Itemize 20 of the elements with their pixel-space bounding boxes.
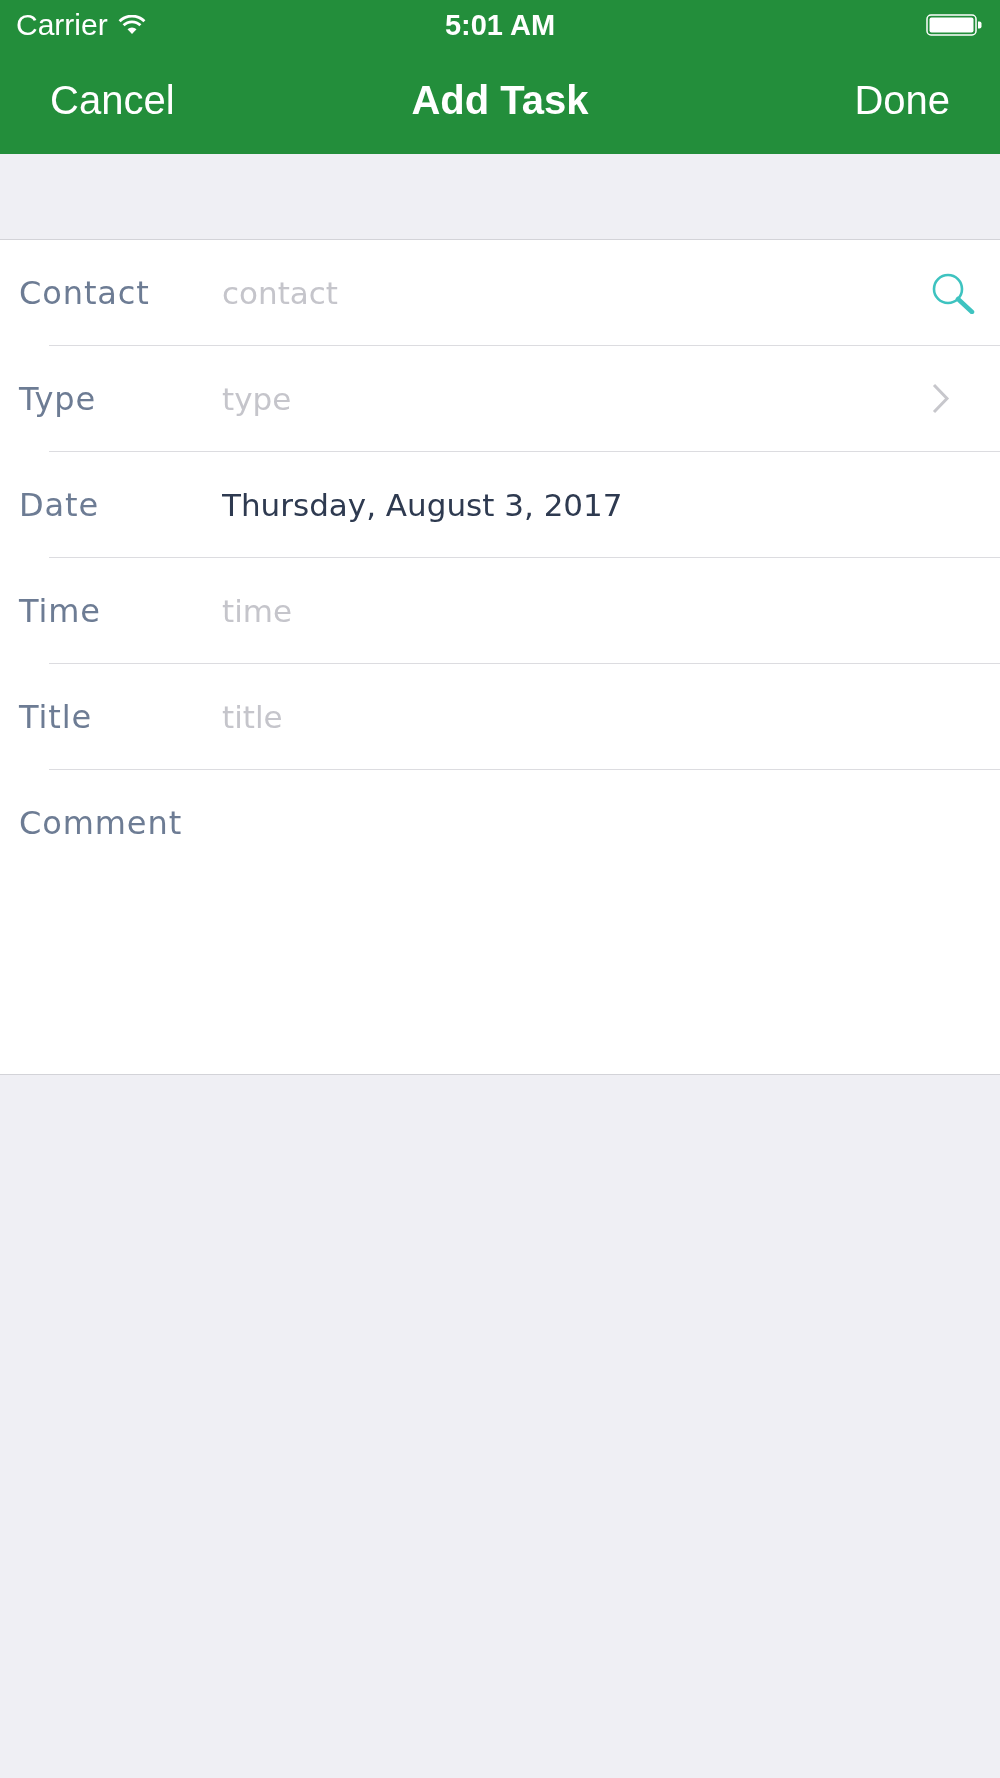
chevron-icon (932, 383, 950, 414)
field-label: Date (19, 485, 101, 524)
field-label: Contact (19, 273, 151, 312)
field-label: Type (19, 379, 98, 418)
screen-title: Add Task (411, 77, 589, 124)
status-time: 5:01 AM (444, 8, 556, 42)
done-button[interactable]: Done (854, 76, 950, 124)
field-label: Comment (19, 804, 184, 842)
text-field[interactable]: type (222, 378, 932, 419)
text-field[interactable]: time (222, 590, 975, 631)
carrier-name: Carrier (16, 8, 108, 42)
battery-icon (926, 14, 982, 36)
wifi-icon (117, 15, 146, 35)
text-field[interactable]: contact (222, 272, 931, 313)
cancel-button[interactable]: Cancel (50, 76, 175, 124)
text-field[interactable]: title (222, 696, 975, 737)
search-icon[interactable] (931, 271, 975, 314)
field-label: Time (19, 591, 102, 630)
text-field[interactable]: Thursday, August 3, 2017 (222, 484, 975, 525)
field-label: Title (19, 697, 94, 736)
